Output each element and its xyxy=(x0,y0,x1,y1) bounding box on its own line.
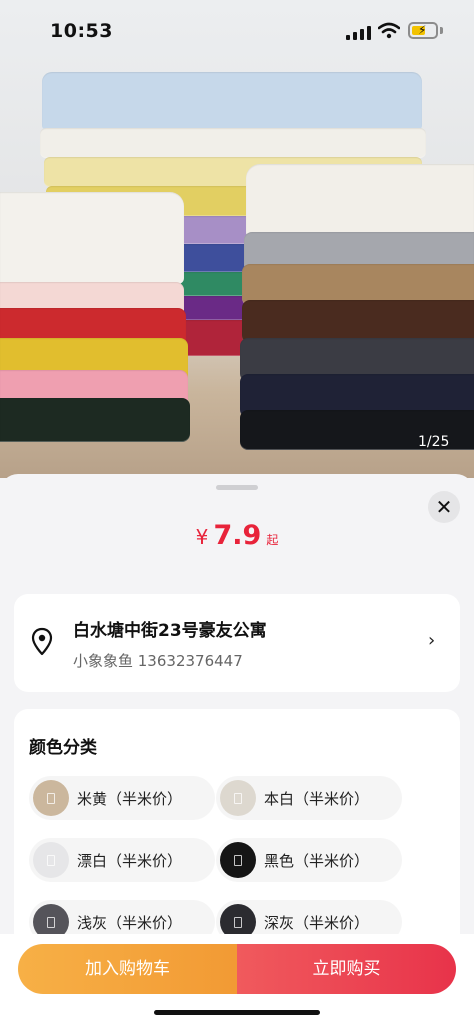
color-option-label: 米黄（半米价） xyxy=(77,789,183,808)
fabric-swatch-image xyxy=(33,842,69,878)
color-option-label: 本白（半米价） xyxy=(264,789,370,808)
wifi-icon xyxy=(378,22,400,39)
address-title: 白水塘中街23号豪友公寓 xyxy=(73,621,267,641)
chevron-right-icon: › xyxy=(428,630,436,651)
close-icon: ✕ xyxy=(435,495,453,519)
color-option-label: 浅灰（半米价） xyxy=(77,913,183,932)
fabric-swatch-image xyxy=(220,780,256,816)
action-bar: 加入购物车 立即购买 xyxy=(0,934,474,1025)
fabric-swatch-image xyxy=(33,904,69,934)
fabric-swatch-image xyxy=(220,842,256,878)
fabric-swatch-image xyxy=(220,904,256,934)
color-options-card: 颜色分类 米黄（半米价） 本白（半米价） 漂白（半米价） 黑色（半米价） 浅灰（… xyxy=(14,709,460,934)
color-option-chip[interactable]: 黑色（半米价） xyxy=(216,838,402,882)
color-option-chip[interactable]: 深灰（半米价） xyxy=(216,900,402,934)
color-option-chip[interactable]: 漂白（半米价） xyxy=(29,838,215,882)
address-contact: 小象象鱼 13632376447 xyxy=(73,652,243,670)
color-option-chip[interactable]: 米黄（半米价） xyxy=(29,776,215,820)
price-amount: 7.9 xyxy=(213,520,262,551)
charging-bolt-icon: ⚡ xyxy=(418,23,427,37)
signal-icon xyxy=(346,24,372,40)
image-counter: 1/25 xyxy=(418,434,450,450)
close-button[interactable]: ✕ xyxy=(428,491,460,523)
price-suffix: 起 xyxy=(266,533,279,547)
fabric-layer xyxy=(42,72,422,130)
color-option-label: 漂白（半米价） xyxy=(77,851,183,870)
fabric-layer xyxy=(40,128,426,158)
product-options-sheet: ✕ ¥ 7.9 起 白水塘中街23号豪友公寓 小象象鱼 13632376447 … xyxy=(0,474,474,934)
fabric-layer xyxy=(246,164,474,238)
status-time: 10:53 xyxy=(50,20,113,42)
fabric-swatch-image xyxy=(33,780,69,816)
fabric-layer xyxy=(0,192,184,284)
buy-now-button[interactable]: 立即购买 xyxy=(237,944,456,994)
add-to-cart-button[interactable]: 加入购物车 xyxy=(18,944,237,994)
color-option-chip[interactable]: 本白（半米价） xyxy=(216,776,402,820)
home-indicator[interactable] xyxy=(154,1010,320,1015)
color-option-label: 黑色（半米价） xyxy=(264,851,370,870)
status-bar: 10:53 ⚡ xyxy=(0,0,474,58)
address-card[interactable]: 白水塘中街23号豪友公寓 小象象鱼 13632376447 › xyxy=(14,594,460,692)
sheet-grabber[interactable] xyxy=(216,485,258,490)
color-section-title: 颜色分类 xyxy=(29,738,97,758)
product-image[interactable]: 1/25 10:53 ⚡ xyxy=(0,0,474,478)
color-option-label: 深灰（半米价） xyxy=(264,913,370,932)
color-option-chip[interactable]: 浅灰（半米价） xyxy=(29,900,215,934)
price-currency: ¥ xyxy=(195,525,209,549)
price: ¥ 7.9 起 xyxy=(0,520,474,551)
battery-tip xyxy=(440,27,443,34)
fabric-layer xyxy=(0,398,190,442)
location-pin-icon xyxy=(31,627,53,656)
